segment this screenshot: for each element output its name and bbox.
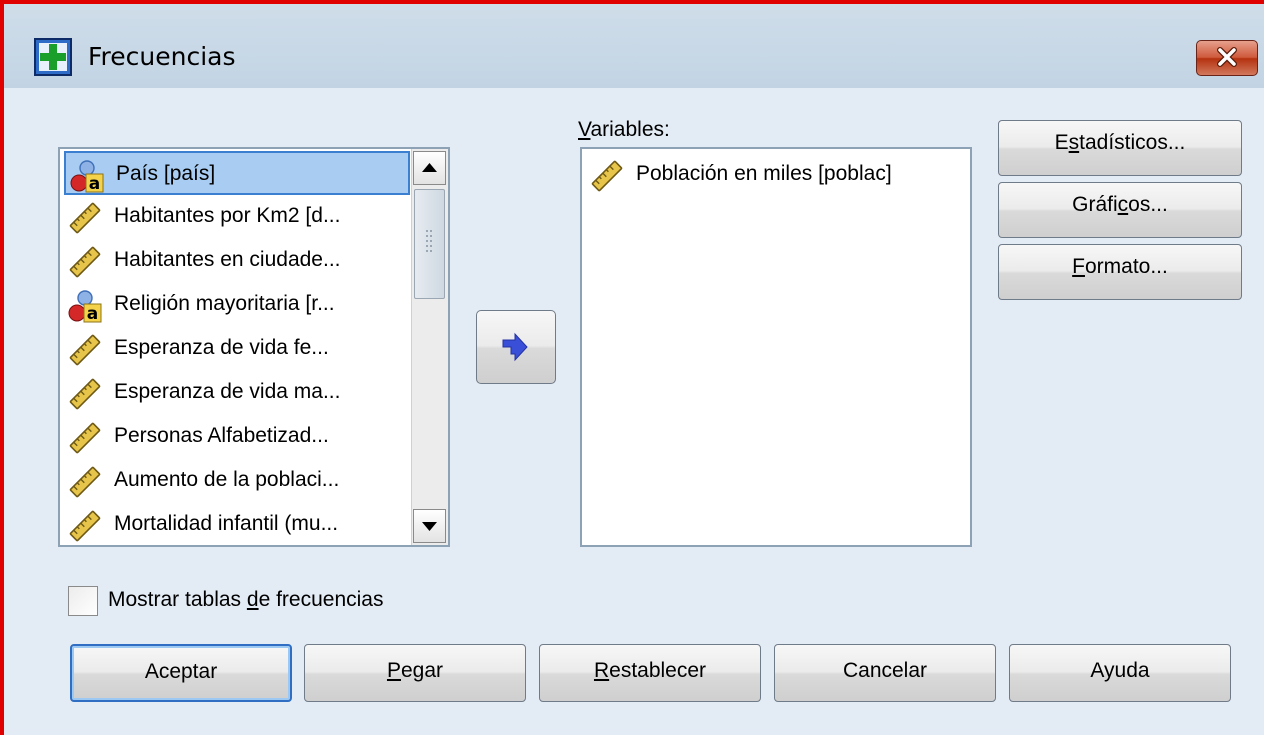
list-item-label: Religión mayoritaria [r... — [114, 292, 335, 315]
grip-icon — [426, 230, 432, 252]
list-item[interactable]: Personas Alfabetizad... — [64, 415, 410, 459]
scrollbar-thumb[interactable] — [414, 189, 445, 299]
list-item[interactable]: Aumento de la poblaci... — [64, 459, 410, 503]
frequencies-icon — [34, 38, 72, 76]
show-frequency-tables-label[interactable]: Mostrar tablas de frecuencias — [108, 588, 383, 612]
list-item[interactable]: Religión mayoritaria [r... — [64, 283, 410, 327]
list-item[interactable]: Mortalidad infantil (mu... — [64, 503, 410, 547]
list-item-label: Habitantes en ciudade... — [114, 248, 341, 271]
button-label-part: tadísticos... — [1079, 131, 1186, 154]
checkbox-label-accel: d — [246, 588, 259, 611]
help-button[interactable]: Ayuda — [1009, 644, 1231, 702]
scale-variable-icon — [68, 421, 102, 455]
button-label-part: Aceptar — [144, 660, 218, 683]
list-item[interactable]: País [país] — [64, 151, 410, 195]
scroll-up-button[interactable] — [413, 151, 446, 185]
list-item-label: Población en miles [poblac] — [636, 162, 892, 185]
cancel-button[interactable]: Cancelar — [774, 644, 996, 702]
scale-variable-icon — [590, 159, 624, 193]
scale-variable-icon — [68, 377, 102, 411]
checkbox-label-part: Mostrar tablas — [108, 588, 247, 611]
list-item[interactable]: Esperanza de vida fe... — [64, 327, 410, 371]
title-bar[interactable]: Frecuencias — [4, 4, 1264, 88]
list-item-label: Mortalidad infantil (mu... — [114, 512, 339, 535]
list-item-label: Esperanza de vida fe... — [114, 336, 329, 359]
format-button[interactable]: Formato... — [998, 244, 1242, 300]
scale-variable-icon — [68, 245, 102, 279]
variables-label-part: ariables: — [590, 118, 670, 141]
list-item-label: Personas Alfabetizad... — [114, 424, 329, 447]
nominal-variable-icon — [70, 159, 104, 193]
source-variable-list[interactable]: País [país] Habitantes por Km2 [d... Hab… — [58, 147, 450, 547]
arrow-down-icon — [422, 522, 437, 531]
button-label-accel: P — [386, 659, 401, 682]
reset-button[interactable]: Restablecer — [539, 644, 761, 702]
paste-button[interactable]: Pegar — [304, 644, 526, 702]
arrow-right-icon — [502, 332, 528, 362]
button-label-part: E — [1054, 131, 1069, 154]
close-icon — [1217, 47, 1237, 67]
list-item-label: País [país] — [116, 162, 216, 185]
list-item[interactable]: Habitantes por Km2 [d... — [64, 195, 410, 239]
nominal-variable-icon — [68, 289, 102, 323]
variables-label-accel: V — [578, 118, 591, 141]
button-label-accel: R — [593, 659, 610, 682]
show-frequency-tables-checkbox[interactable] — [68, 586, 98, 616]
button-label-part: Ayuda — [1090, 659, 1150, 682]
button-label-accel: c — [1117, 193, 1129, 216]
statistics-button[interactable]: Estadísticos... — [998, 120, 1242, 176]
scroll-down-button[interactable] — [413, 509, 446, 543]
scale-variable-icon — [68, 201, 102, 235]
list-item[interactable]: Esperanza de vida ma... — [64, 371, 410, 415]
list-item[interactable]: Población en miles [poblac] — [586, 153, 932, 197]
button-label-accel: F — [1072, 255, 1085, 278]
window-title: Frecuencias — [88, 42, 236, 71]
move-to-variables-button[interactable] — [476, 310, 556, 384]
list-item[interactable]: Habitantes en ciudade... — [64, 239, 410, 283]
selected-variables-list[interactable]: Población en miles [poblac] — [580, 147, 972, 547]
vertical-scrollbar[interactable] — [411, 149, 448, 545]
list-item-label: Habitantes por Km2 [d... — [114, 204, 341, 227]
list-item-label: Esperanza de vida ma... — [114, 380, 341, 403]
scale-variable-icon — [68, 465, 102, 499]
button-label-part: establecer — [609, 659, 707, 682]
variables-label: Variables: — [578, 118, 670, 142]
frequencies-dialog: Frecuencias País [país] Habitantes por K… — [0, 0, 1264, 735]
close-button[interactable] — [1196, 40, 1258, 76]
button-label-accel: s — [1068, 131, 1080, 154]
button-label-part: egar — [400, 659, 444, 682]
button-label-part: ormato... — [1084, 255, 1168, 278]
checkbox-label-part: e frecuencias — [258, 588, 384, 611]
accept-button[interactable]: Aceptar — [70, 644, 292, 702]
arrow-up-icon — [422, 163, 437, 172]
button-label-part: Gráfi — [1072, 193, 1118, 216]
scale-variable-icon — [68, 509, 102, 543]
charts-button[interactable]: Gráficos... — [998, 182, 1242, 238]
list-item-label: Aumento de la poblaci... — [114, 468, 340, 491]
button-label-part: Cancelar — [842, 659, 928, 682]
scale-variable-icon — [68, 333, 102, 367]
button-label-part: os... — [1128, 193, 1168, 216]
